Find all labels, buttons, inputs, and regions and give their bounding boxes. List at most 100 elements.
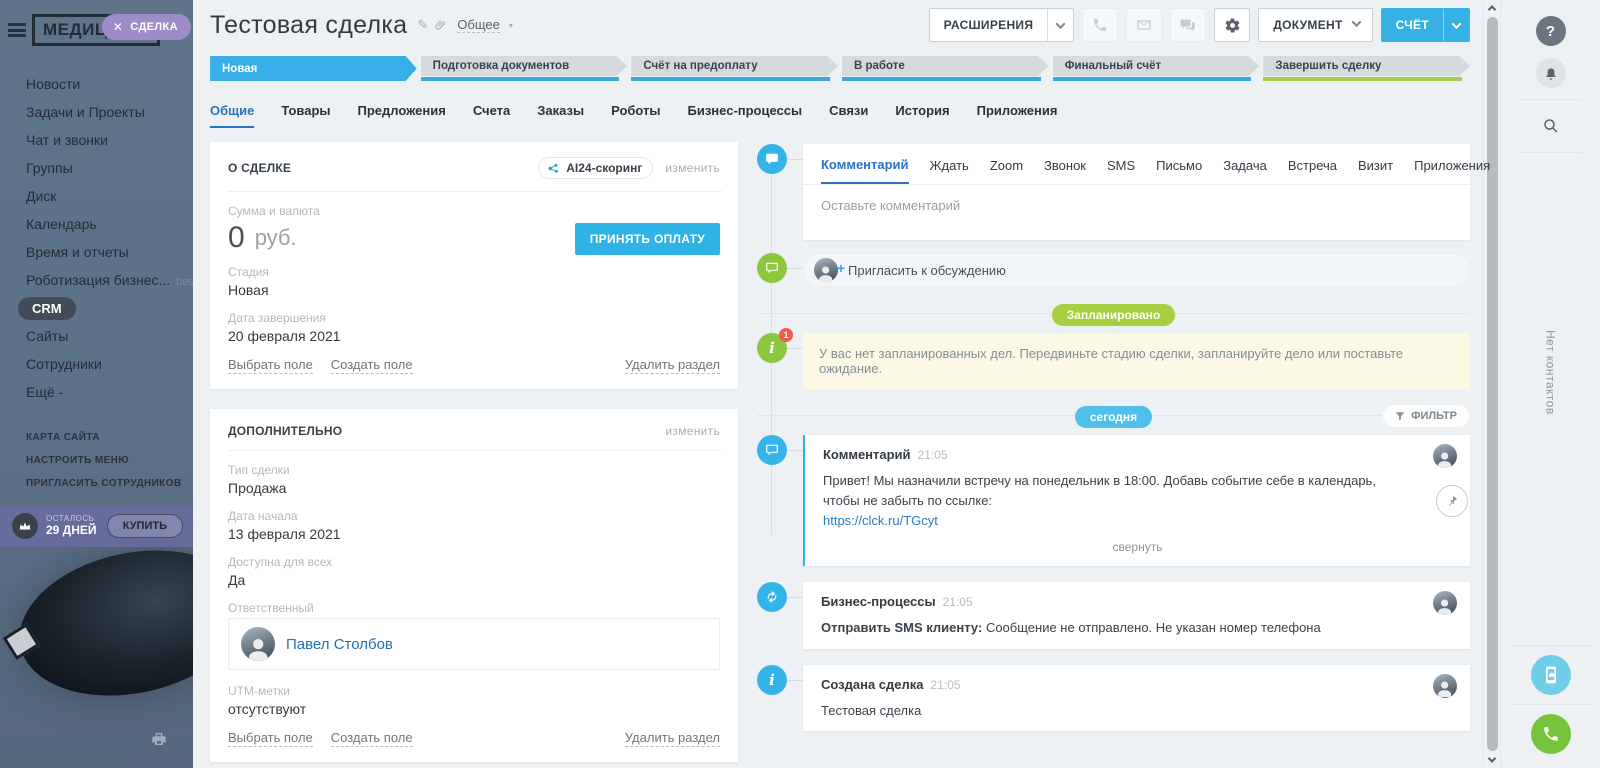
invite-employees-link[interactable]: ПРИГЛАСИТЬ СОТРУДНИКОВ — [26, 472, 193, 495]
stage-close-deal[interactable]: Завершить сделку — [1263, 56, 1470, 81]
filter-button[interactable]: ФИЛЬТР — [1382, 404, 1470, 428]
tab-quotes[interactable]: Предложения — [358, 103, 446, 128]
settings-gear-button[interactable] — [1214, 8, 1250, 42]
stage-final-invoice[interactable]: Финальный счёт — [1053, 56, 1260, 81]
tab-general[interactable]: Общие — [210, 103, 254, 128]
ai-scoring-badge[interactable]: AI24-скоринг — [538, 157, 653, 179]
vertical-scrollbar[interactable] — [1483, 0, 1500, 768]
extensions-dropdown[interactable] — [1047, 9, 1073, 41]
document-button[interactable]: ДОКУМЕНТ — [1258, 8, 1372, 42]
deal-badge[interactable]: ✕ СДЕЛКА — [102, 14, 191, 40]
create-field-link[interactable]: Создать поле — [331, 730, 413, 747]
scroll-down-arrow[interactable] — [1484, 752, 1500, 768]
telephony-button[interactable] — [1531, 714, 1571, 754]
call-button[interactable] — [1082, 8, 1118, 42]
sidebar-item-sites[interactable]: Сайты — [26, 322, 193, 350]
stage-value: Новая — [228, 282, 720, 298]
composer-tab-task[interactable]: Задача — [1223, 158, 1267, 183]
tab-products[interactable]: Товары — [281, 103, 330, 128]
composer-tab-visit[interactable]: Визит — [1358, 158, 1393, 183]
help-button[interactable]: ? — [1536, 16, 1566, 46]
main-content: Тестовая сделка ✎ Общее ▾ РАСШИРЕНИЯ ДОК… — [193, 0, 1483, 768]
sidebar-item-tasks[interactable]: Задачи и Проекты — [26, 98, 193, 126]
page-title: Тестовая сделка — [210, 11, 407, 40]
today-divider: сегодня ФИЛЬТР — [757, 406, 1470, 424]
select-field-link[interactable]: Выбрать поле — [228, 357, 313, 374]
sidebar-item-news[interactable]: Новости — [26, 70, 193, 98]
field-label: Дата завершения — [228, 311, 720, 325]
avatar — [1433, 591, 1457, 615]
stage-new[interactable]: Новая — [210, 56, 417, 81]
mobile-app-button[interactable] — [1531, 655, 1571, 695]
edit-title-icon[interactable]: ✎ — [417, 17, 428, 33]
tab-links[interactable]: Связи — [829, 103, 868, 128]
sitemap-link[interactable]: КАРТА САЙТА — [26, 426, 193, 449]
buy-button[interactable]: КУПИТЬ — [107, 514, 183, 538]
tab-invoices[interactable]: Счета — [473, 103, 510, 128]
composer-tab-comment[interactable]: Комментарий — [821, 157, 909, 184]
start-date-value: 13 февраля 2021 — [228, 526, 720, 542]
tab-apps[interactable]: Приложения — [977, 103, 1058, 128]
tab-bizproc[interactable]: Бизнес-процессы — [688, 103, 803, 128]
edit-section-link[interactable]: изменить — [665, 161, 720, 175]
comment-input[interactable]: Оставьте комментарий — [803, 185, 1470, 240]
sidebar-item-drive[interactable]: Диск — [26, 182, 193, 210]
invoice-button[interactable]: СЧЁТ — [1381, 8, 1470, 42]
search-icon[interactable] — [1536, 111, 1566, 141]
collapse-link[interactable]: свернуть — [823, 540, 1452, 554]
composer-tab-apps[interactable]: Приложения — [1414, 158, 1490, 183]
pin-button[interactable] — [1436, 485, 1468, 517]
timeline-entry-bizproc: Бизнес-процессы 21:05 Отправить SMS клие… — [803, 582, 1470, 648]
sidebar-item-rpa[interactable]: Роботизация бизнес...beta — [26, 266, 193, 294]
scroll-up-arrow[interactable] — [1484, 0, 1500, 16]
printer-icon[interactable] — [151, 731, 167, 752]
composer-tab-wait[interactable]: Ждать — [930, 158, 969, 183]
funnel-icon — [1395, 411, 1405, 421]
composer-tab-meeting[interactable]: Встреча — [1288, 158, 1337, 183]
stage-prepayment[interactable]: Счёт на предоплату — [631, 56, 838, 81]
sidebar-item-chat[interactable]: Чат и звонки — [26, 126, 193, 154]
stage-docs[interactable]: Подготовка документов — [421, 56, 628, 81]
invite-to-discussion[interactable]: + Пригласить к обсуждению — [803, 253, 1470, 287]
plus-icon: + — [837, 260, 845, 276]
composer-tab-call[interactable]: Звонок — [1044, 158, 1086, 183]
chat-button[interactable] — [1170, 8, 1206, 42]
deal-category-selector[interactable]: Общее — [457, 17, 500, 33]
sidebar-menu: Новости Задачи и Проекты Чат и звонки Гр… — [0, 56, 193, 406]
delete-section-link[interactable]: Удалить раздел — [625, 357, 720, 374]
hamburger-menu-icon[interactable] — [8, 23, 26, 37]
tab-robots[interactable]: Роботы — [611, 103, 660, 128]
paperclip-icon[interactable] — [434, 19, 447, 32]
notifications-bell-icon[interactable] — [1536, 58, 1566, 88]
close-icon[interactable]: ✕ — [113, 20, 123, 34]
composer-tab-zoom[interactable]: Zoom — [990, 158, 1023, 183]
calendar-link[interactable]: https://clck.ru/TGcyt — [823, 511, 938, 531]
scrollbar-thumb[interactable] — [1487, 17, 1498, 751]
accept-payment-button[interactable]: ПРИНЯТЬ ОПЛАТУ — [575, 223, 720, 255]
sidebar-item-employees[interactable]: Сотрудники — [26, 350, 193, 378]
delete-section-link[interactable]: Удалить раздел — [625, 730, 720, 747]
configure-menu-link[interactable]: НАСТРОИТЬ МЕНЮ — [26, 449, 193, 472]
stage-in-progress[interactable]: В работе — [842, 56, 1049, 81]
email-button[interactable] — [1126, 8, 1162, 42]
create-field-link[interactable]: Создать поле — [331, 357, 413, 374]
sidebar-item-groups[interactable]: Группы — [26, 154, 193, 182]
avatar — [241, 627, 275, 661]
sidebar-item-time[interactable]: Время и отчеты — [26, 238, 193, 266]
comment-text: Привет! Мы назначили встречу на понедель… — [823, 473, 1376, 508]
extensions-button[interactable]: РАСШИРЕНИЯ — [929, 8, 1075, 42]
chevron-down-icon[interactable]: ▾ — [509, 21, 513, 30]
notification-count-badge: 1 — [779, 328, 793, 342]
composer-tab-sms[interactable]: SMS — [1107, 158, 1135, 183]
sidebar-item-more[interactable]: Ещё - — [26, 378, 193, 406]
tab-orders[interactable]: Заказы — [537, 103, 584, 128]
select-field-link[interactable]: Выбрать поле — [228, 730, 313, 747]
sidebar-item-crm[interactable]: CRM — [26, 294, 193, 322]
tab-history[interactable]: История — [895, 103, 949, 128]
responsible-user-link[interactable]: Павел Столбов — [286, 636, 393, 653]
sidebar-item-calendar[interactable]: Календарь — [26, 210, 193, 238]
trial-days: 29 ДНЕЙ — [46, 524, 97, 537]
edit-section-link[interactable]: изменить — [665, 424, 720, 438]
invoice-dropdown[interactable] — [1443, 9, 1469, 41]
composer-tab-letter[interactable]: Письмо — [1156, 158, 1202, 183]
